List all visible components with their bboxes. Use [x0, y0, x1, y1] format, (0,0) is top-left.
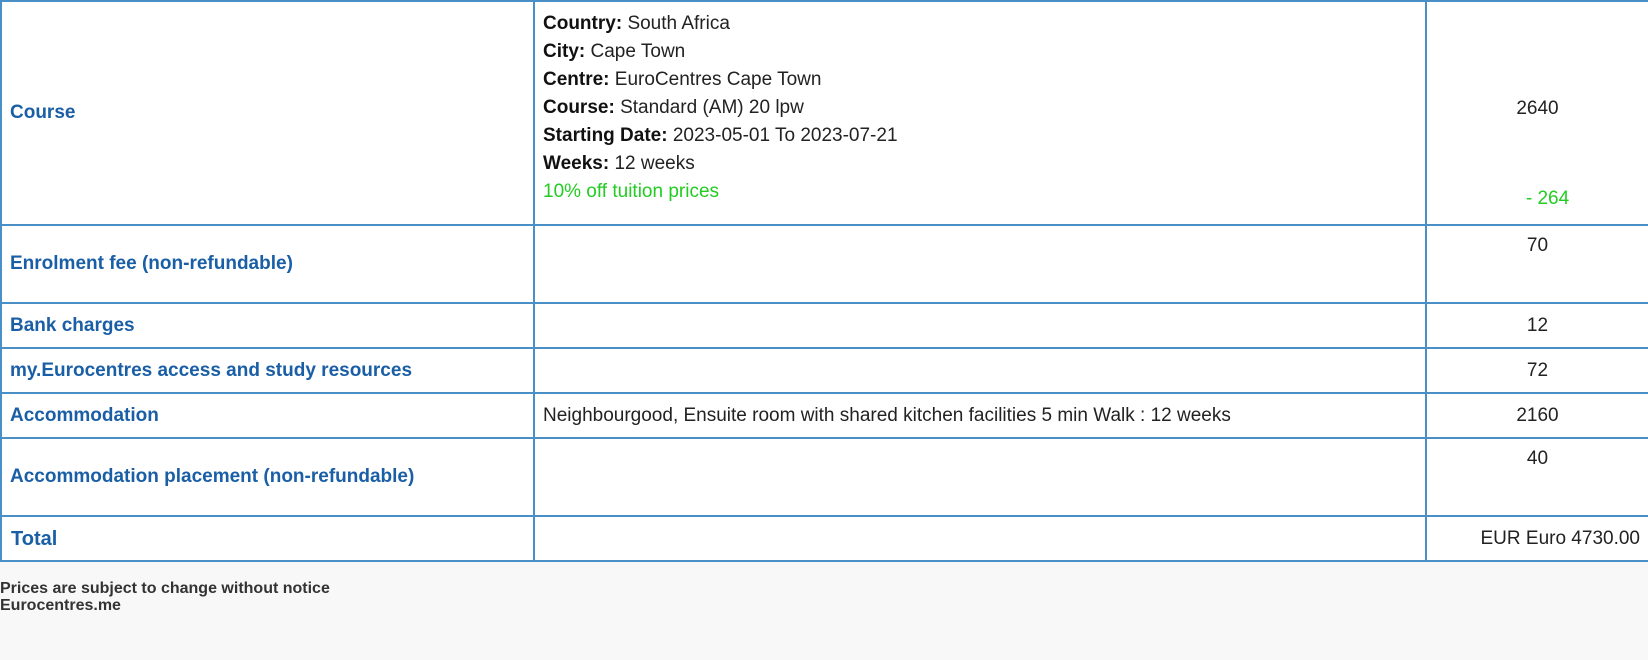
row-label-enrolment: Enrolment fee (non-refundable): [0, 224, 535, 304]
amount-course: 2640 - 264: [1425, 0, 1648, 226]
detail-city: City: Cape Town: [543, 41, 686, 62]
row-desc-enrolment: [533, 224, 1427, 304]
row-label-total: Total: [0, 515, 535, 562]
detail-centre: Centre: EuroCentres Cape Town: [543, 69, 822, 90]
row-label-my-eurocentres: my.Eurocentres access and study resource…: [0, 347, 535, 394]
row-desc-placement: [533, 437, 1427, 517]
table-row-accommodation: Accommodation Neighbourgood, Ensuite roo…: [0, 392, 1648, 439]
row-label-course: Course: [0, 0, 535, 226]
row-label-bank-charges: Bank charges: [0, 302, 535, 349]
discount-note: 10% off tuition prices: [543, 181, 720, 202]
row-desc-bank-charges: [533, 302, 1427, 349]
row-desc-my-eurocentres: [533, 347, 1427, 394]
table-row-course: Course Country: South Africa City: Cape …: [0, 0, 1648, 226]
row-label-accommodation: Accommodation: [0, 392, 535, 439]
amount-bank-charges: 12: [1425, 302, 1648, 349]
price-notice: Prices are subject to change without not…: [0, 580, 330, 597]
detail-country: Country: South Africa: [543, 13, 730, 34]
detail-course: Course: Standard (AM) 20 lpw: [543, 97, 804, 118]
amount-placement: 40: [1425, 437, 1648, 517]
amount-my-eurocentres: 72: [1425, 347, 1648, 394]
footer: Prices are subject to change without not…: [0, 580, 330, 614]
course-price: 2640: [1516, 98, 1559, 119]
detail-weeks: Weeks: 12 weeks: [543, 153, 695, 174]
site-name: Eurocentres.me: [0, 597, 121, 614]
amount-total: EUR Euro 4730.00: [1425, 515, 1648, 562]
detail-starting-date: Starting Date: 2023-05-01 To 2023-07-21: [543, 125, 898, 146]
row-label-placement: Accommodation placement (non-refundable): [0, 437, 535, 517]
amount-enrolment: 70: [1425, 224, 1648, 304]
row-desc-total: [533, 515, 1427, 562]
table-row-my-eurocentres: my.Eurocentres access and study resource…: [0, 347, 1648, 394]
table-row-total: Total EUR Euro 4730.00: [0, 515, 1648, 562]
table-row-enrolment: Enrolment fee (non-refundable) 70: [0, 224, 1648, 304]
table-row-bank-charges: Bank charges 12: [0, 302, 1648, 349]
table-row-placement: Accommodation placement (non-refundable)…: [0, 437, 1648, 517]
course-details: Country: South Africa City: Cape Town Ce…: [533, 0, 1427, 226]
row-desc-accommodation: Neighbourgood, Ensuite room with shared …: [533, 392, 1427, 439]
amount-accommodation: 2160: [1425, 392, 1648, 439]
price-quote-table: Course Country: South Africa City: Cape …: [0, 0, 1648, 562]
course-discount-amount: - 264: [1525, 188, 1570, 209]
